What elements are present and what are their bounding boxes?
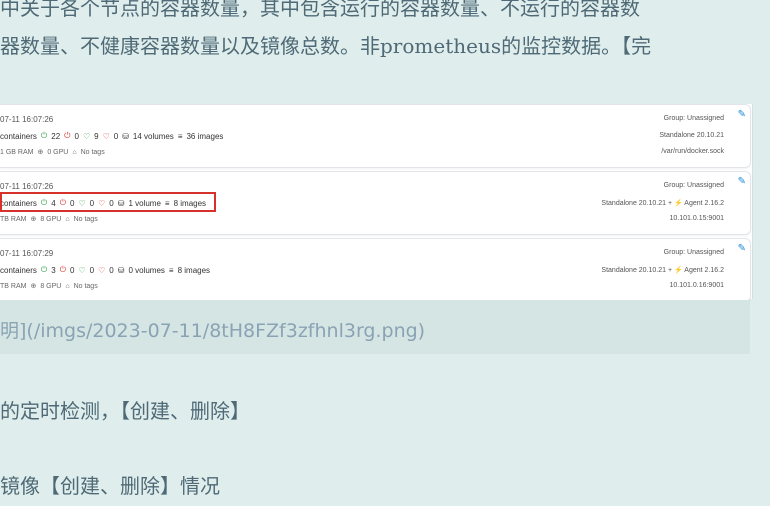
unhealthy-count: 0 <box>109 265 114 275</box>
healthy-icon: ♡ <box>82 131 91 141</box>
tag-icon: ⌂ <box>65 215 70 223</box>
gpu-value: 0 GPU <box>47 148 69 156</box>
list-item-1: 的定时检测，【创建、删除】 <box>0 399 250 423</box>
card-timestamp: 07-11 16:07:26 <box>0 182 54 191</box>
list-item-2: 镜像【创建、删除】情况 <box>0 474 220 498</box>
images-icon: ≡ <box>168 265 174 275</box>
healthy-icon: ♡ <box>78 265 86 275</box>
containers-label: containers <box>0 131 37 141</box>
group-label: Group: Unassigned <box>663 182 724 189</box>
group-label: Group: Unassigned <box>663 115 724 122</box>
containers-label: containers <box>0 265 37 275</box>
images-count: 8 images <box>177 265 211 275</box>
ram-value: TB RAM <box>0 215 27 223</box>
volume-icon: ⛁ <box>122 131 129 141</box>
tags-value: No tags <box>73 282 98 290</box>
environment-card[interactable]: 07-11 16:07:26 containers ⏻ 22 ⏻ 0 ♡ 9 ♡… <box>0 104 751 168</box>
paragraph-line-1: 中关于各个节点的容器数量，其中包含运行的容器数量、不运行的容器数 <box>0 0 640 20</box>
healthy-count: 9 <box>94 131 99 141</box>
tag-icon: ⌂ <box>72 148 77 156</box>
gpu-icon: ⊕ <box>30 283 37 290</box>
stopped-count: 0 <box>74 131 79 141</box>
tags-value: No tags <box>73 215 98 223</box>
ram-value: 1 GB RAM <box>0 148 34 156</box>
endpoint-url: 10.101.0.16:9001 <box>669 282 725 289</box>
paragraph-line-2: 器数量、不健康容器数量以及镜像总数。非prometheus的监控数据。【完 <box>0 34 652 58</box>
group-label: Group: Unassigned <box>663 249 724 256</box>
tag-icon: ⌂ <box>65 282 70 290</box>
container-stats: containers ⏻ 22 ⏻ 0 ♡ 9 ♡ 0 ⛁ 14 volumes… <box>0 131 223 141</box>
volume-icon: ⛁ <box>117 265 125 275</box>
gpu-value: 8 GPU <box>40 282 62 290</box>
unhealthy-icon: ♡ <box>102 131 110 141</box>
engine-version: Standalone 20.10.21 + ⚡ Agent 2.16.2 <box>601 267 724 274</box>
images-count: 36 images <box>186 131 224 141</box>
image-link-block: 明](/imgs/2023-07-11/8tH8FZf3zfhnl3rg.png… <box>0 300 750 354</box>
edit-icon[interactable]: ✎ <box>738 243 746 254</box>
tags-value: No tags <box>80 148 105 156</box>
stopped-icon: ⏻ <box>59 265 67 274</box>
stopped-count: 0 <box>70 265 75 275</box>
volumes-count: 0 volumes <box>128 265 165 275</box>
endpoint-url: /var/run/docker.sock <box>661 148 724 155</box>
card-timestamp: 07-11 16:07:29 <box>0 249 54 258</box>
unhealthy-count: 0 <box>113 131 119 141</box>
container-stats: containers ⏻ 3 ⏻ 0 ♡ 0 ♡ 0 ⛁ 0 volumes ≡… <box>0 265 210 275</box>
unhealthy-icon: ♡ <box>98 265 106 275</box>
resource-meta: TB RAM ⊕ 8 GPU ⌂ No tags <box>0 215 98 224</box>
embedded-screenshot: 07-11 16:07:26 containers ⏻ 22 ⏻ 0 ♡ 9 ♡… <box>0 104 753 302</box>
gpu-icon: ⊕ <box>37 149 44 156</box>
edit-icon[interactable]: ✎ <box>738 176 746 187</box>
volumes-count: 14 volumes <box>132 131 174 141</box>
running-icon: ⏻ <box>40 265 48 274</box>
gpu-value: 8 GPU <box>40 215 62 223</box>
image-link[interactable]: 明](/imgs/2023-07-11/8tH8FZf3zfhnl3rg.png… <box>0 316 425 343</box>
card-timestamp: 07-11 16:07:26 <box>0 115 54 124</box>
resource-meta: 1 GB RAM ⊕ 0 GPU ⌂ No tags <box>0 148 105 157</box>
images-icon: ≡ <box>177 131 183 141</box>
engine-version: Standalone 20.10.21 + ⚡ Agent 2.16.2 <box>601 200 724 207</box>
running-count: 22 <box>51 131 61 141</box>
edit-icon[interactable]: ✎ <box>738 109 746 120</box>
engine-version: Standalone 20.10.21 <box>659 132 724 139</box>
endpoint-url: 10.101.0.15:9001 <box>669 215 725 222</box>
resource-meta: TB RAM ⊕ 8 GPU ⌂ No tags <box>0 282 98 291</box>
environment-card[interactable]: 07-11 16:07:29 containers ⏻ 3 ⏻ 0 ♡ 0 ♡ … <box>0 238 751 302</box>
running-icon: ⏻ <box>40 131 48 140</box>
gpu-icon: ⊕ <box>30 216 37 223</box>
ram-value: TB RAM <box>0 282 27 290</box>
stopped-icon: ⏻ <box>64 131 71 140</box>
healthy-count: 0 <box>89 265 95 275</box>
running-count: 3 <box>51 265 56 275</box>
highlight-box <box>0 192 216 212</box>
